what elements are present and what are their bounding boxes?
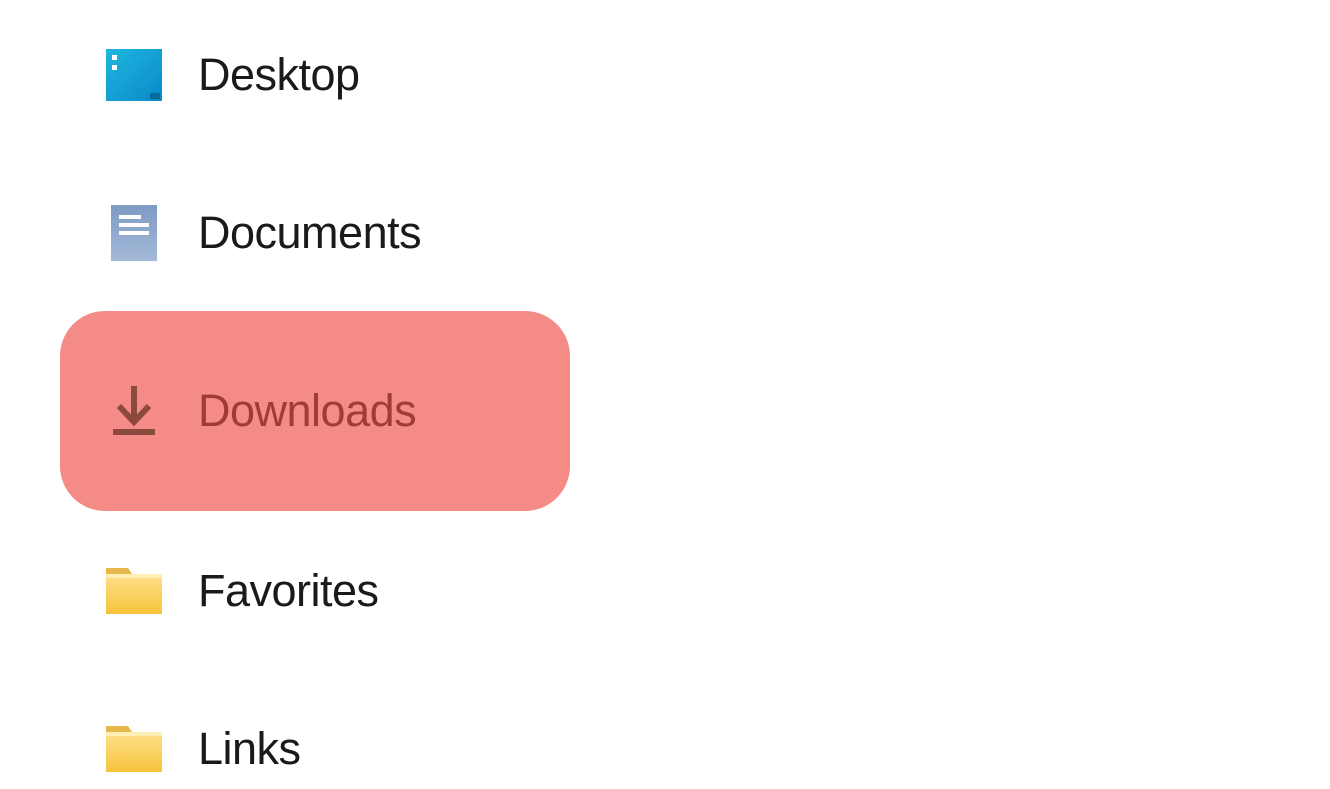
nav-item-favorites[interactable]: Favorites xyxy=(60,551,570,631)
nav-item-links[interactable]: Links xyxy=(60,709,570,789)
nav-item-desktop[interactable]: Desktop xyxy=(60,35,570,115)
nav-item-label: Downloads xyxy=(198,385,416,437)
desktop-icon xyxy=(100,41,168,109)
nav-item-documents[interactable]: Documents xyxy=(60,193,570,273)
nav-item-downloads[interactable]: Downloads xyxy=(60,311,570,511)
nav-item-label: Links xyxy=(198,723,301,775)
folder-icon xyxy=(100,557,168,625)
folder-icon xyxy=(100,715,168,783)
nav-item-label: Desktop xyxy=(198,49,360,101)
downloads-icon xyxy=(100,377,168,445)
nav-item-label: Favorites xyxy=(198,565,379,617)
nav-item-label: Documents xyxy=(198,207,421,259)
documents-icon xyxy=(100,199,168,267)
navigation-list: Desktop Documents xyxy=(0,0,1330,789)
